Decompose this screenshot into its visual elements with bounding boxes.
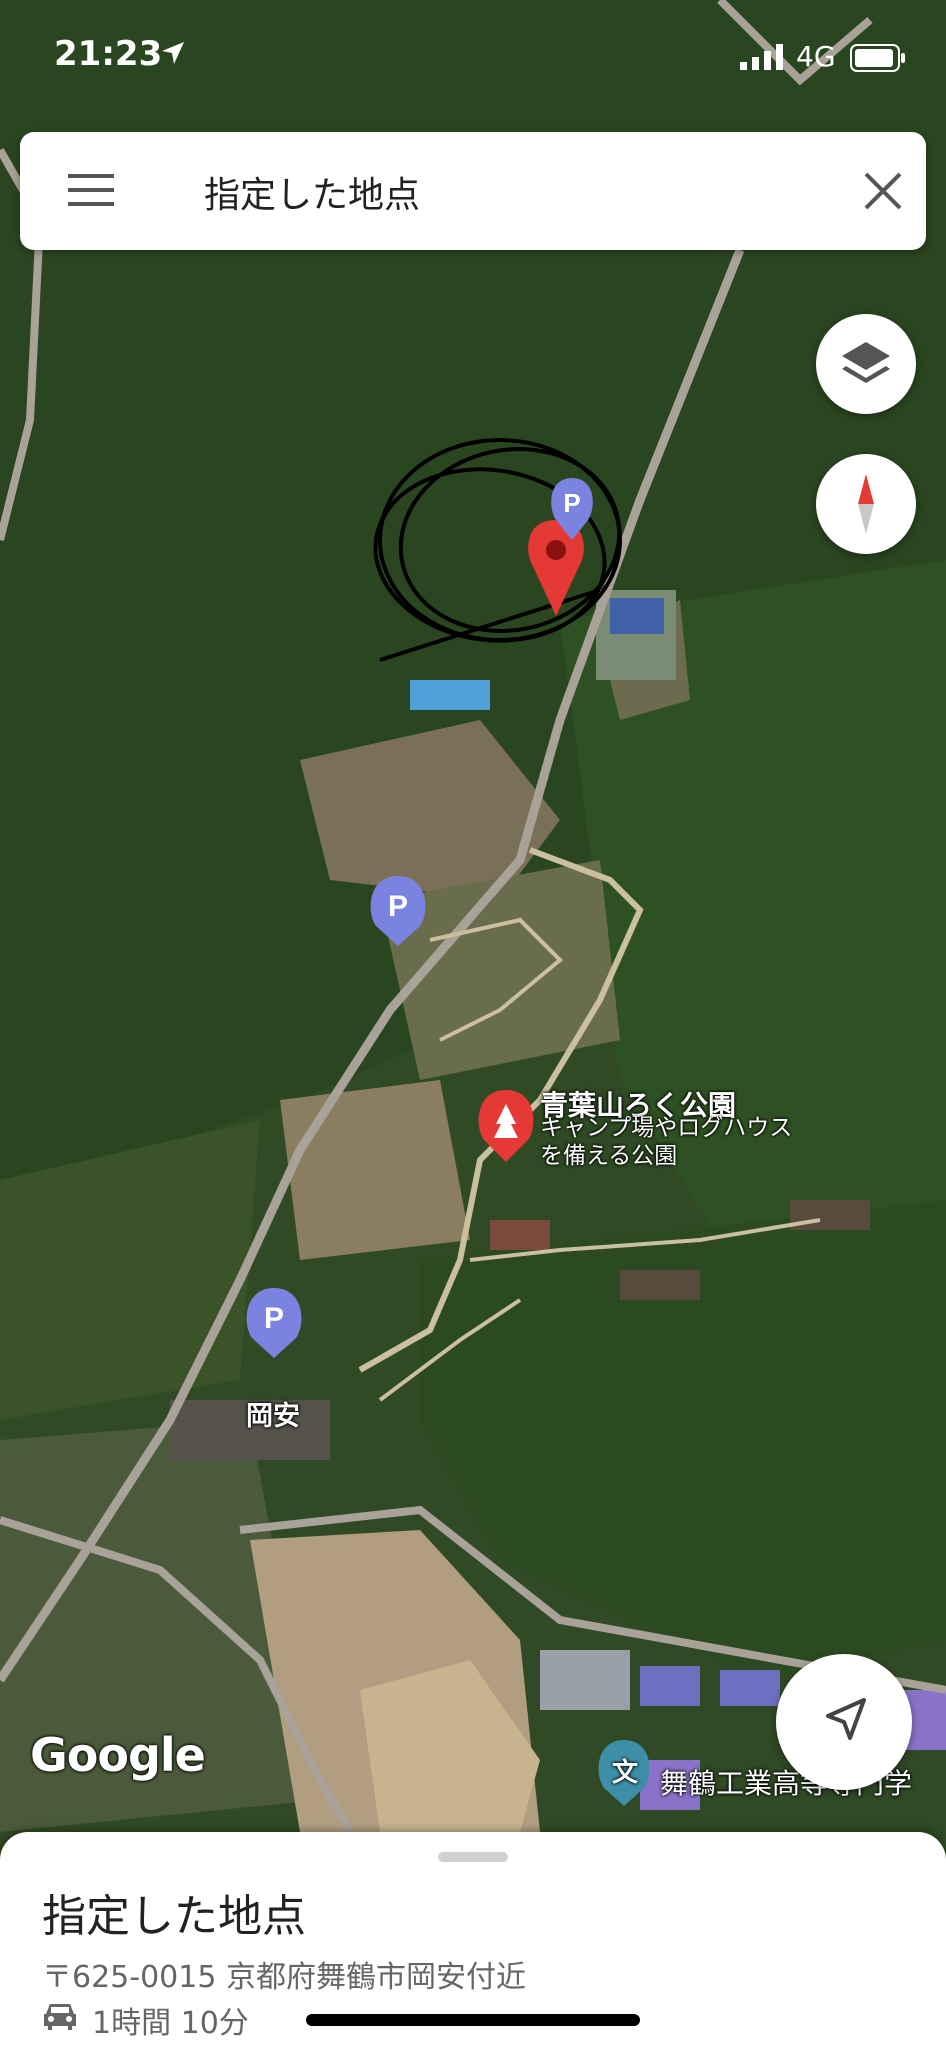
park-description: キャンプ場やログハウス を備える公園 (540, 1114, 792, 1170)
search-bar[interactable]: 指定した地点 (20, 132, 926, 250)
svg-text:P: P (264, 1302, 284, 1335)
car-icon (44, 2004, 76, 2030)
travel-time[interactable]: 1時間 10分 (92, 1998, 249, 2042)
svg-text:P: P (563, 488, 580, 518)
compass-button[interactable] (816, 454, 916, 554)
sheet-drag-handle[interactable] (438, 1852, 508, 1862)
navigation-arrow-icon (826, 1698, 866, 1740)
park-desc-line2: を備える公園 (540, 1143, 678, 1169)
battery-icon (850, 44, 905, 72)
compass-icon (858, 474, 874, 534)
park-marker-icon[interactable] (478, 1090, 534, 1162)
status-time: 21:23 (54, 34, 163, 74)
status-bar: 21:23 4G (0, 0, 946, 120)
search-title[interactable]: 指定した地点 (204, 166, 420, 218)
location-arrow-icon (162, 42, 184, 64)
svg-text:P: P (388, 890, 408, 923)
home-indicator[interactable] (306, 2014, 640, 2026)
layers-button[interactable] (816, 314, 916, 414)
signal-icon (740, 44, 783, 70)
parking-marker-icon[interactable]: P (370, 876, 426, 946)
place-title: 指定した地点 (42, 1891, 306, 1942)
place-address: 〒625-0015 京都府舞鶴市岡安付近 (42, 1960, 526, 1995)
park-desc-line1: キャンプ場やログハウス (540, 1115, 793, 1141)
my-location-button[interactable] (776, 1654, 912, 1790)
parking-marker-icon[interactable]: P (246, 1288, 302, 1358)
network-type: 4G (796, 40, 836, 73)
school-marker-glyph: 文 (612, 1758, 639, 1788)
town-label: 岡安 (246, 1401, 300, 1432)
close-icon[interactable] (860, 168, 906, 214)
layers-icon (842, 342, 890, 383)
google-logo: Google (30, 1728, 206, 1782)
menu-icon[interactable] (68, 170, 116, 210)
